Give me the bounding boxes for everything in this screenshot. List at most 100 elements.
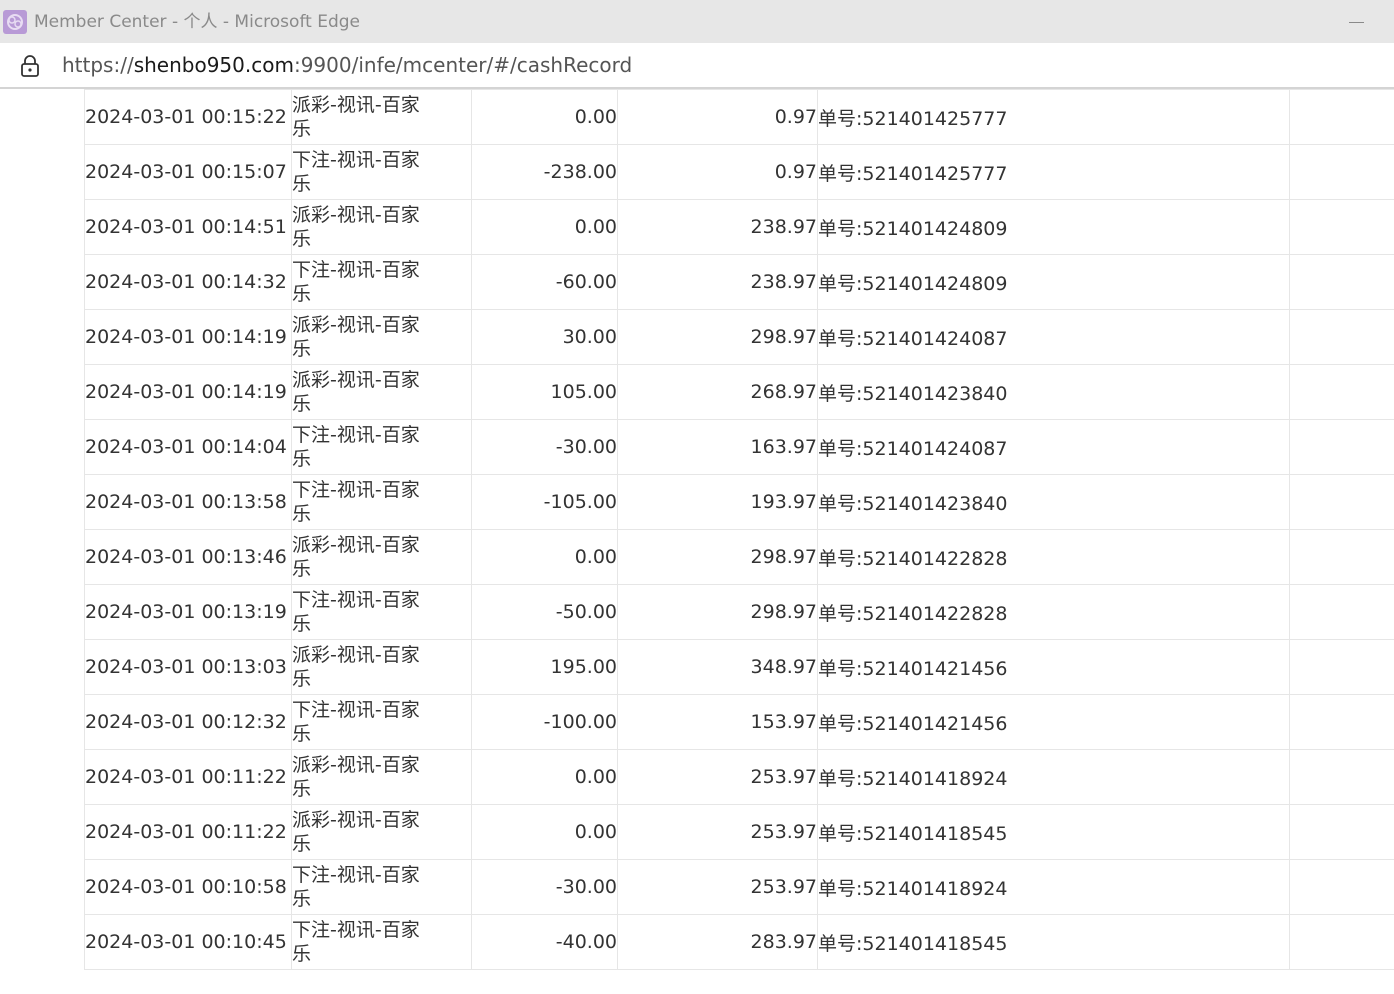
balance-cell: 348.97 (617, 639, 818, 695)
table-row: 2024-03-01 00:13:46 派彩-视讯-百家乐 0.00 298.97 单号… (84, 529, 1394, 585)
cash-record-table: 2024-03-01 00:15:22 派彩-视讯-百家乐 0.00 0.97 单号:5… (84, 89, 1394, 970)
type-label: 派彩-视讯-百家乐 (292, 369, 420, 415)
note-cell: 单号:521401425777 (817, 89, 1290, 145)
note-cell: 单号:521401424809 (817, 254, 1290, 310)
type-label: 下注-视讯-百家乐 (292, 699, 420, 745)
type-cell: 派彩-视讯-百家乐 (291, 749, 472, 805)
time-cell: 2024-03-01 00:13:46 (84, 529, 292, 585)
time-cell: 2024-03-01 00:13:19 (84, 584, 292, 640)
balance-cell: 0.97 (617, 89, 818, 145)
note-cell: 单号:521401424809 (817, 199, 1290, 255)
balance-cell: 193.97 (617, 474, 818, 530)
time-cell: 2024-03-01 00:15:07 (84, 144, 292, 200)
extra-cell (1289, 89, 1394, 145)
lock-icon[interactable] (19, 54, 41, 78)
balance-cell: 253.97 (617, 749, 818, 805)
amount-cell: 0.00 (471, 804, 618, 860)
url-field[interactable]: https://shenbo950.com:9900/infe/mcenter/… (62, 52, 632, 78)
note-cell: 单号:521401421456 (817, 639, 1290, 695)
time-cell: 2024-03-01 00:10:58 (84, 859, 292, 915)
note-cell: 单号:521401424087 (817, 309, 1290, 365)
minimize-button[interactable] (1342, 8, 1370, 36)
balance-cell: 238.97 (617, 254, 818, 310)
table-row: 2024-03-01 00:14:32 下注-视讯-百家乐 -60.00 238.97… (84, 254, 1394, 310)
extra-cell (1289, 639, 1394, 695)
type-label: 派彩-视讯-百家乐 (292, 809, 420, 855)
table-row: 2024-03-01 00:14:04 下注-视讯-百家乐 -30.00 163.97… (84, 419, 1394, 475)
extra-cell (1289, 859, 1394, 915)
type-cell: 下注-视讯-百家乐 (291, 694, 472, 750)
table-row: 2024-03-01 00:13:58 下注-视讯-百家乐 -105.00 193.9… (84, 474, 1394, 530)
balance-cell: 253.97 (617, 804, 818, 860)
type-cell: 下注-视讯-百家乐 (291, 254, 472, 310)
page-content: 2024-03-01 00:15:22 派彩-视讯-百家乐 0.00 0.97 单号:5… (0, 89, 1394, 994)
type-cell: 下注-视讯-百家乐 (291, 474, 472, 530)
extra-cell (1289, 694, 1394, 750)
balance-cell: 298.97 (617, 529, 818, 585)
note-cell: 单号:521401418545 (817, 804, 1290, 860)
note-cell: 单号:521401418924 (817, 749, 1290, 805)
time-cell: 2024-03-01 00:11:22 (84, 804, 292, 860)
note-cell: 单号:521401421456 (817, 694, 1290, 750)
table-row: 2024-03-01 00:13:03 派彩-视讯-百家乐 195.00 348.97… (84, 639, 1394, 695)
extra-cell (1289, 749, 1394, 805)
amount-cell: 0.00 (471, 529, 618, 585)
edge-profile-icon[interactable] (3, 10, 27, 34)
extra-cell (1289, 804, 1394, 860)
table-row: 2024-03-01 00:14:19 派彩-视讯-百家乐 30.00 298.97 单… (84, 309, 1394, 365)
cash-record-table-body: 2024-03-01 00:15:22 派彩-视讯-百家乐 0.00 0.97 单号:5… (84, 89, 1394, 970)
time-cell: 2024-03-01 00:14:32 (84, 254, 292, 310)
type-label: 派彩-视讯-百家乐 (292, 204, 420, 250)
url-path: :9900/infe/mcenter/#/cashRecord (293, 53, 633, 77)
note-cell: 单号:521401424087 (817, 419, 1290, 475)
amount-cell: -30.00 (471, 419, 618, 475)
balance-cell: 268.97 (617, 364, 818, 420)
extra-cell (1289, 364, 1394, 420)
type-label: 下注-视讯-百家乐 (292, 149, 420, 195)
type-label: 下注-视讯-百家乐 (292, 589, 420, 635)
time-cell: 2024-03-01 00:14:51 (84, 199, 292, 255)
window-title: Member Center - 个人 - Microsoft Edge (34, 12, 360, 32)
address-bar: https://shenbo950.com:9900/infe/mcenter/… (0, 43, 1394, 89)
amount-cell: 0.00 (471, 199, 618, 255)
extra-cell (1289, 584, 1394, 640)
note-cell: 单号:521401423840 (817, 474, 1290, 530)
balance-cell: 163.97 (617, 419, 818, 475)
note-cell: 单号:521401422828 (817, 584, 1290, 640)
note-cell: 单号:521401425777 (817, 144, 1290, 200)
time-cell: 2024-03-01 00:10:45 (84, 914, 292, 970)
extra-cell (1289, 419, 1394, 475)
type-cell: 派彩-视讯-百家乐 (291, 199, 472, 255)
table-row: 2024-03-01 00:10:58 下注-视讯-百家乐 -30.00 253.97… (84, 859, 1394, 915)
table-row: 2024-03-01 00:15:07 下注-视讯-百家乐 -238.00 0.97 单… (84, 144, 1394, 200)
type-label: 下注-视讯-百家乐 (292, 479, 420, 525)
type-label: 下注-视讯-百家乐 (292, 864, 420, 910)
url-scheme: https:// (62, 53, 134, 77)
table-row: 2024-03-01 00:15:22 派彩-视讯-百家乐 0.00 0.97 单号:5… (84, 89, 1394, 145)
balance-cell: 0.97 (617, 144, 818, 200)
table-row: 2024-03-01 00:13:19 下注-视讯-百家乐 -50.00 298.97… (84, 584, 1394, 640)
type-label: 派彩-视讯-百家乐 (292, 534, 420, 580)
extra-cell (1289, 254, 1394, 310)
note-cell: 单号:521401418545 (817, 914, 1290, 970)
amount-cell: 105.00 (471, 364, 618, 420)
type-label: 派彩-视讯-百家乐 (292, 314, 420, 360)
amount-cell: -60.00 (471, 254, 618, 310)
extra-cell (1289, 199, 1394, 255)
extra-cell (1289, 529, 1394, 585)
time-cell: 2024-03-01 00:14:19 (84, 364, 292, 420)
balance-cell: 283.97 (617, 914, 818, 970)
time-cell: 2024-03-01 00:13:58 (84, 474, 292, 530)
url-host: shenbo950.com (133, 53, 294, 77)
type-label: 派彩-视讯-百家乐 (292, 754, 420, 800)
type-cell: 派彩-视讯-百家乐 (291, 804, 472, 860)
extra-cell (1289, 309, 1394, 365)
amount-cell: -100.00 (471, 694, 618, 750)
amount-cell: -30.00 (471, 859, 618, 915)
amount-cell: 0.00 (471, 89, 618, 145)
balance-cell: 298.97 (617, 584, 818, 640)
note-cell: 单号:521401423840 (817, 364, 1290, 420)
type-cell: 下注-视讯-百家乐 (291, 914, 472, 970)
amount-cell: -50.00 (471, 584, 618, 640)
table-row: 2024-03-01 00:10:45 下注-视讯-百家乐 -40.00 283.97… (84, 914, 1394, 970)
